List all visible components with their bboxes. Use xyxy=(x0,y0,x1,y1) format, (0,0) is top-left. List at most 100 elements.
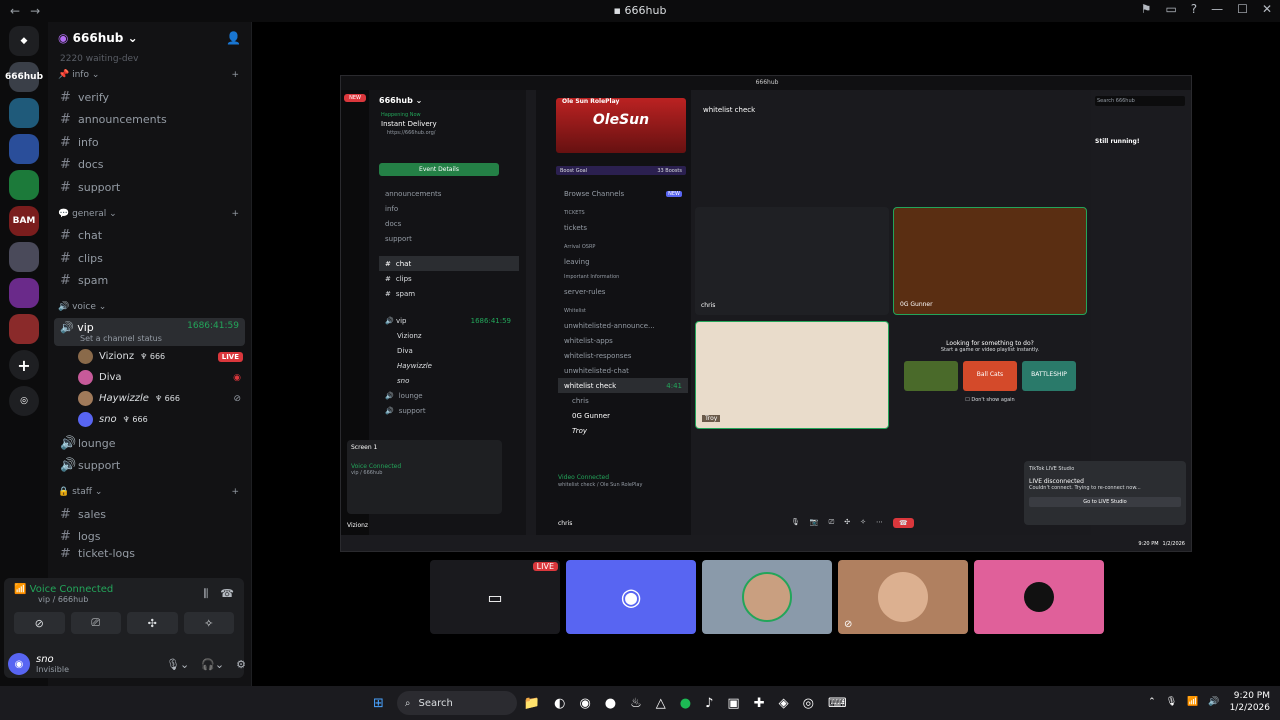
category-info[interactable]: 📌 info ⌄ + xyxy=(48,64,251,86)
video-tile-gunner[interactable]: 0G Gunner xyxy=(893,207,1087,315)
camera-button[interactable]: ⊘ xyxy=(14,612,65,634)
new-badge: NEW xyxy=(344,94,366,102)
voice-user-vizionz[interactable]: Vizionz ♆ 666 LIVE xyxy=(48,346,251,367)
go-live-studio-button[interactable]: Go to LIVE Studio xyxy=(1029,497,1181,507)
windows-taskbar: ⊞ ⌕ Search 📁 ◐ ◉ ● ♨ △ ● ♪ ▣ ✚ ◈ ◎ ⌨ ⌃ 🎙 … xyxy=(0,686,1280,720)
spotify-icon[interactable]: ● xyxy=(680,696,691,711)
noise-icon[interactable]: ⫼ xyxy=(203,587,208,601)
explore-icon[interactable]: ◎ xyxy=(9,386,39,416)
voice-channel-support[interactable]: 🔊 support xyxy=(48,455,251,478)
app-icon-2[interactable]: ▣ xyxy=(727,696,739,711)
search-icon: ⌕ xyxy=(404,697,411,709)
channel-spam[interactable]: # spam xyxy=(48,270,251,293)
soundboard-button[interactable]: ✧ xyxy=(183,612,234,634)
voice-user-sno[interactable]: sno ♆ 666 xyxy=(48,409,251,430)
app-icon[interactable]: △ xyxy=(656,696,666,711)
deafen-icon: ◉ xyxy=(233,372,241,383)
activity-button[interactable]: ✣ xyxy=(127,612,178,634)
add-server-icon[interactable]: + xyxy=(9,350,39,380)
app-icon-5[interactable]: ◎ xyxy=(803,696,814,711)
server-icon-5[interactable] xyxy=(9,278,39,308)
add-channel-icon[interactable]: + xyxy=(231,209,239,219)
inbox-icon[interactable]: ⚑ xyxy=(1141,2,1152,16)
title-bar: ← → ▪ 666hub ⚑ ▭ ? — ☐ ✕ xyxy=(0,0,1280,22)
server-icon-6[interactable] xyxy=(9,314,39,344)
voice-user-haywizzle[interactable]: Haywizzle ♆ 666 ⊘ xyxy=(48,388,251,409)
thumb-camera-1[interactable] xyxy=(702,560,832,634)
close-button[interactable]: ✕ xyxy=(1262,2,1272,16)
server-icon: ▪ xyxy=(613,4,622,17)
discord-taskbar-icon[interactable]: ◉ xyxy=(579,696,590,711)
start-icon[interactable]: ⊞ xyxy=(373,696,384,711)
channel-verify[interactable]: # verify xyxy=(48,86,251,109)
disconnect-icon[interactable]: ☎ xyxy=(220,587,234,601)
server-icon-2[interactable] xyxy=(9,134,39,164)
channel-chat[interactable]: # chat xyxy=(48,225,251,248)
muted-icon: ⊘ xyxy=(233,393,241,404)
category-voice[interactable]: 🔊 voice ⌄ xyxy=(48,296,251,318)
screen-icon[interactable]: ▭ xyxy=(1165,2,1176,16)
server-666hub[interactable]: 666hub xyxy=(5,62,43,92)
thumb-discord[interactable]: ◉ xyxy=(566,560,696,634)
screen-share-button[interactable]: ⎚ xyxy=(70,612,121,634)
channel-docs[interactable]: # docs xyxy=(48,154,251,177)
voice-channel-lounge[interactable]: 🔊 lounge xyxy=(48,432,251,455)
live-badge: LIVE xyxy=(217,351,243,362)
mic-icon[interactable]: 🎙⌄ xyxy=(166,658,189,671)
channel-ticket-logs[interactable]: # ticket-logs xyxy=(48,548,251,558)
add-channel-icon[interactable]: + xyxy=(231,70,239,80)
channel-info[interactable]: # info xyxy=(48,131,251,154)
screen-icon: ▭ xyxy=(487,587,503,607)
wifi-icon[interactable]: 📶 xyxy=(1187,697,1198,707)
settings-gear-icon[interactable]: ⚙ xyxy=(236,658,246,671)
server-icon: ◉ xyxy=(58,31,69,45)
muted-icon: ⊘ xyxy=(844,619,853,630)
thumb-music[interactable] xyxy=(974,560,1104,634)
event-details-button[interactable]: Event Details xyxy=(379,163,499,176)
tray-chevron-icon[interactable]: ⌃ xyxy=(1148,697,1156,707)
headphones-icon[interactable]: 🎧⌄ xyxy=(201,658,224,671)
minimize-button[interactable]: — xyxy=(1211,2,1223,16)
video-tile-troy[interactable]: Troy xyxy=(695,321,889,429)
server-icon-1[interactable] xyxy=(9,98,39,128)
steam-icon[interactable]: ♨ xyxy=(630,696,642,711)
voice-icon: 🔊 xyxy=(60,321,74,334)
signal-icon: 📶 xyxy=(14,584,27,595)
app-icon-6[interactable]: ⌨ xyxy=(828,696,847,711)
category-general[interactable]: 💬 general ⌄ + xyxy=(48,203,251,225)
channel-logs[interactable]: # logs xyxy=(48,526,251,549)
edge-icon[interactable]: ◐ xyxy=(554,696,565,711)
chrome-icon[interactable]: ● xyxy=(605,696,616,711)
discord-home-icon[interactable]: ◆ xyxy=(9,26,39,56)
channel-announcements[interactable]: # announcements xyxy=(48,109,251,132)
thumb-camera-2[interactable]: ⊘ xyxy=(838,560,968,634)
avatar[interactable]: ◉ xyxy=(8,653,30,675)
server-header[interactable]: ◉ 666hub ⌄ 👤 xyxy=(48,22,251,54)
category-staff[interactable]: 🔒 staff ⌄ + xyxy=(48,481,251,503)
app-icon-4[interactable]: ◈ xyxy=(779,696,789,711)
maximize-button[interactable]: ☐ xyxy=(1237,2,1248,16)
voice-channel-vip[interactable]: 🔊 vip 1686:41:59 Set a channel status xyxy=(54,318,245,346)
truncated-channel: 2220 waiting-dev xyxy=(60,54,139,64)
channel-clips[interactable]: # clips xyxy=(48,247,251,270)
server-icon-4[interactable] xyxy=(9,242,39,272)
stream-view[interactable]: 666hub NEW 666hub ⌄ Happening Now Instan… xyxy=(340,75,1192,552)
file-explorer-icon[interactable]: 📁 xyxy=(524,696,540,711)
mic-tray-icon[interactable]: 🎙 xyxy=(1166,697,1177,707)
channel-support[interactable]: # support xyxy=(48,176,251,199)
channel-sales[interactable]: # sales xyxy=(48,503,251,526)
tiktok-icon[interactable]: ♪ xyxy=(705,696,713,711)
server-bam[interactable]: BAM xyxy=(9,206,39,236)
call-controls[interactable]: 🎙 📷 ⎚ ✣ ✧ ⋯ ☎ xyxy=(791,518,914,528)
thumb-stream[interactable]: LIVE ▭ xyxy=(430,560,560,634)
server-icon-3[interactable] xyxy=(9,170,39,200)
volume-icon[interactable]: 🔊 xyxy=(1208,697,1219,707)
add-channel-icon[interactable]: + xyxy=(231,487,239,497)
stream-thumbnails: LIVE ▭ ◉ ⊘ xyxy=(430,560,1104,634)
help-icon[interactable]: ? xyxy=(1191,2,1197,16)
invite-icon[interactable]: 👤 xyxy=(226,31,241,45)
app-icon-3[interactable]: ✚ xyxy=(754,696,765,711)
voice-user-diva[interactable]: Diva ◉ xyxy=(48,367,251,388)
taskbar-search[interactable]: ⌕ Search xyxy=(396,691,517,715)
video-tile-chris[interactable]: chris xyxy=(695,207,889,315)
